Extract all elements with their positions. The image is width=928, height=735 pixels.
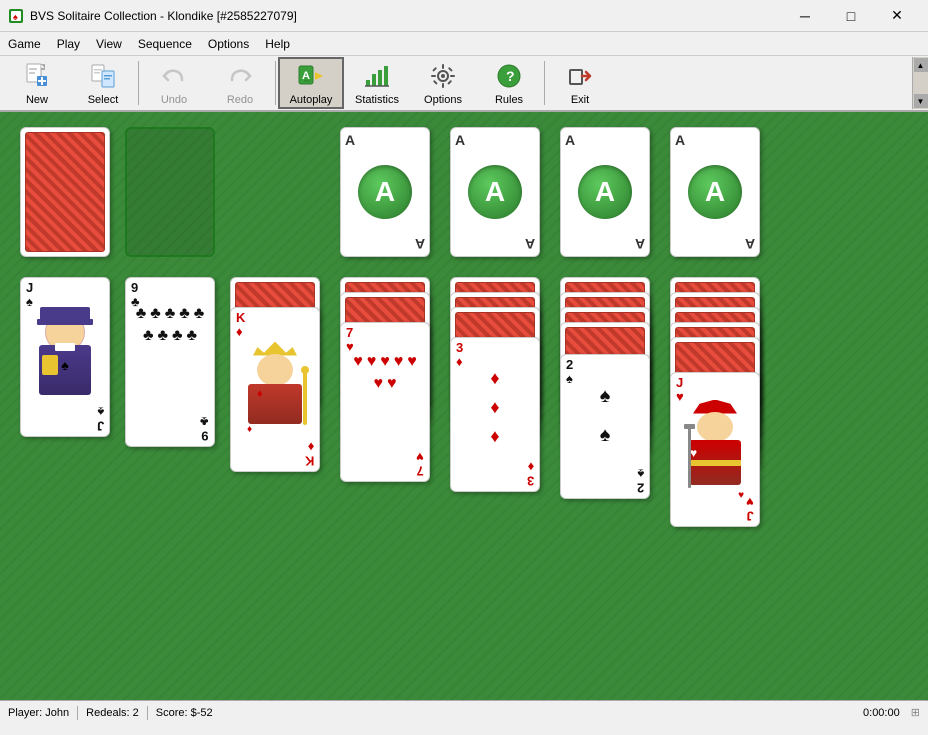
status-scroll-icon: ⊞ xyxy=(911,707,920,719)
close-button[interactable]: ✕ xyxy=(874,0,920,32)
status-sep-1 xyxy=(77,706,78,720)
title-text: BVS Solitaire Collection - Klondike [#25… xyxy=(30,9,782,23)
col7-rank-bot: J♥ xyxy=(746,494,754,523)
game-area[interactable]: A A A A A A A A A A A A J♠ xyxy=(0,112,928,700)
tableau-col-1-card-1[interactable]: J♠ ♠ J♠ xyxy=(20,277,110,437)
rules-button[interactable]: ? Rules xyxy=(476,57,542,109)
autoplay-button[interactable]: A Autoplay xyxy=(278,57,344,109)
menu-game[interactable]: Game xyxy=(0,32,49,55)
menu-bar: Game Play View Sequence Options Help xyxy=(0,32,928,56)
foundation-3[interactable]: A A A xyxy=(560,127,650,257)
foundation-4-rank: A xyxy=(675,132,685,148)
menu-sequence[interactable]: Sequence xyxy=(130,32,200,55)
options-icon xyxy=(427,60,459,92)
foundation-1-rank: A xyxy=(345,132,355,148)
col5-rank-top: 3♦ xyxy=(456,341,463,370)
foundation-2-suit: A xyxy=(485,176,505,208)
redo-icon xyxy=(224,60,256,92)
foundation-2[interactable]: A A A xyxy=(450,127,540,257)
statistics-label: Statistics xyxy=(355,94,399,106)
exit-icon xyxy=(564,60,596,92)
minimize-button[interactable]: ─ xyxy=(782,0,828,32)
foundation-2-rank-br: A xyxy=(525,236,535,252)
autoplay-icon: A xyxy=(295,60,327,92)
stock-card-back xyxy=(25,132,105,252)
maximize-button[interactable]: □ xyxy=(828,0,874,32)
tableau-col-4-card-face[interactable]: 7♥ ♥ ♥ ♥ ♥ ♥ ♥ ♥ 7♥ xyxy=(340,322,430,482)
status-time: 0:00:00 xyxy=(863,707,900,719)
foundation-2-circle: A xyxy=(468,165,522,219)
redo-button[interactable]: Redo xyxy=(207,57,273,109)
menu-view[interactable]: View xyxy=(88,32,130,55)
foundation-4-circle: A xyxy=(688,165,742,219)
col1-rank-bot: J♠ xyxy=(97,404,104,433)
foundation-4-rank-br: A xyxy=(745,236,755,252)
foundation-2-rank: A xyxy=(455,132,465,148)
toolbar-separator-3 xyxy=(544,61,545,105)
select-button[interactable]: Select xyxy=(70,57,136,109)
col2-rank-bot: 9♣ xyxy=(200,414,209,443)
svg-text:♠: ♠ xyxy=(13,12,18,22)
select-label: Select xyxy=(88,94,119,106)
exit-button[interactable]: Exit xyxy=(547,57,613,109)
col6-rank-bot: 2♠ xyxy=(637,466,644,495)
toolbar: New Select Undo xyxy=(0,56,928,112)
status-score: Score: $-52 xyxy=(156,707,213,719)
tableau-col-3-card-face[interactable]: K♦ ♦ ♦ K♦ xyxy=(230,307,320,472)
rules-icon: ? xyxy=(493,60,525,92)
rules-label: Rules xyxy=(495,94,523,106)
select-icon xyxy=(87,60,119,92)
undo-label: Undo xyxy=(161,94,187,106)
col5-rank-bot: 3♦ xyxy=(527,459,534,488)
stock-pile[interactable] xyxy=(20,127,110,257)
options-button[interactable]: Options xyxy=(410,57,476,109)
statistics-icon xyxy=(361,60,393,92)
col3-rank-bot: K♦ xyxy=(305,439,314,468)
foundation-1-rank-br: A xyxy=(415,236,425,252)
foundation-1-suit: A xyxy=(375,176,395,208)
statistics-button[interactable]: Statistics xyxy=(344,57,410,109)
new-label: New xyxy=(26,94,48,106)
foundation-3-rank: A xyxy=(565,132,575,148)
foundation-1[interactable]: A A A xyxy=(340,127,430,257)
col1-rank-top: J♠ xyxy=(26,281,33,310)
tableau-col-2-card-1[interactable]: 9♣ ♣ ♣ ♣ ♣ ♣ ♣ ♣ ♣ ♣ 9♣ xyxy=(125,277,215,447)
svg-text:?: ? xyxy=(506,68,515,84)
status-player: Player: John xyxy=(8,707,69,719)
menu-help[interactable]: Help xyxy=(257,32,298,55)
toolbar-scrollbar[interactable]: ▲ ▼ xyxy=(912,57,928,109)
menu-play[interactable]: Play xyxy=(49,32,88,55)
foundation-4-suit: A xyxy=(705,176,725,208)
waste-pile[interactable] xyxy=(125,127,215,257)
status-right: 0:00:00 ⊞ xyxy=(863,706,920,719)
tableau-col-7-card-face[interactable]: J♥ ♥ ♥ J♥ xyxy=(670,372,760,527)
foundation-3-circle: A xyxy=(578,165,632,219)
foundation-1-circle: A xyxy=(358,165,412,219)
autoplay-label: Autoplay xyxy=(290,94,333,106)
tableau-col-5-card-face[interactable]: 3♦ ♦ ♦ ♦ 3♦ xyxy=(450,337,540,492)
options-label: Options xyxy=(424,94,462,106)
new-button[interactable]: New xyxy=(4,57,70,109)
foundation-3-suit: A xyxy=(595,176,615,208)
tableau-col-6-card-face[interactable]: 2♠ ♠ ♠ 2♠ xyxy=(560,354,650,499)
app-icon: ♠ xyxy=(8,8,24,24)
status-redeals: Redeals: 2 xyxy=(86,707,139,719)
exit-label: Exit xyxy=(571,94,589,106)
toolbar-separator-2 xyxy=(275,61,276,105)
title-bar: ♠ BVS Solitaire Collection - Klondike [#… xyxy=(0,0,928,32)
redo-label: Redo xyxy=(227,94,253,106)
status-sep-2 xyxy=(147,706,148,720)
foundation-4[interactable]: A A A xyxy=(670,127,760,257)
foundation-3-rank-br: A xyxy=(635,236,645,252)
status-bar: Player: John Redeals: 2 Score: $-52 0:00… xyxy=(0,700,928,724)
new-icon xyxy=(21,60,53,92)
col6-rank-top: 2♠ xyxy=(566,358,573,387)
menu-options[interactable]: Options xyxy=(200,32,257,55)
undo-icon xyxy=(158,60,190,92)
undo-button[interactable]: Undo xyxy=(141,57,207,109)
col4-rank-bot: 7♥ xyxy=(416,449,424,478)
toolbar-separator-1 xyxy=(138,61,139,105)
